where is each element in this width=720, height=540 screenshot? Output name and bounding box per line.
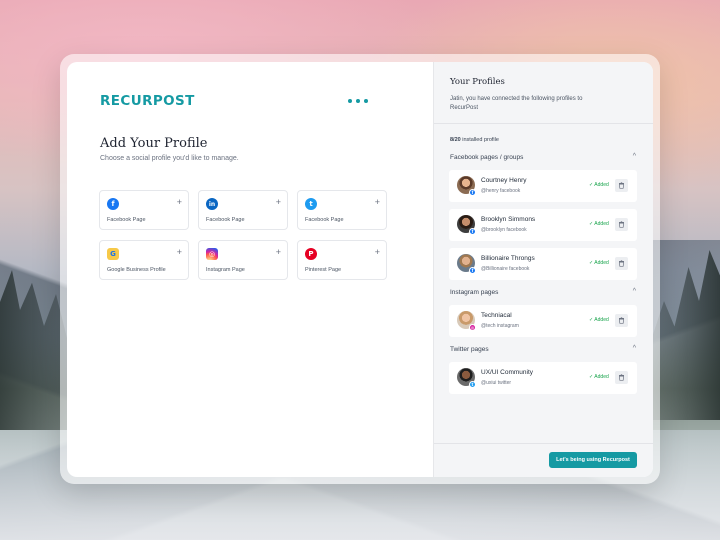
instagram-badge-icon: ◎ bbox=[469, 324, 476, 331]
plus-icon: + bbox=[176, 247, 182, 257]
trash-icon[interactable] bbox=[615, 257, 628, 270]
profile-handle: @uxiui twitter bbox=[481, 380, 512, 386]
count-value: 8/20 bbox=[450, 137, 461, 143]
twitter-icon: t bbox=[305, 198, 317, 210]
section-title: Instagram pages bbox=[450, 289, 499, 296]
page-title: Add Your Profile bbox=[100, 136, 208, 151]
linkedin-icon: in bbox=[206, 198, 218, 210]
tile-label: Google Business Profile bbox=[107, 267, 166, 273]
add-profile-pane: RECURPOST Add Your Profile Choose a soci… bbox=[67, 62, 433, 477]
divider bbox=[434, 123, 653, 124]
your-profiles-pane: Your Profiles Jatin, you have connected … bbox=[433, 62, 653, 477]
profile-name: Techniacal bbox=[481, 312, 512, 319]
tile-label: Facebook Page bbox=[206, 217, 245, 223]
section-header-twitter[interactable]: Twitter pages ^ bbox=[450, 345, 636, 356]
trash-icon[interactable] bbox=[615, 314, 628, 327]
start-using-button[interactable]: Let's being using Recurpost bbox=[549, 452, 637, 468]
profile-handle: @henry facebook bbox=[481, 188, 521, 194]
profile-name: Billionaire Throngs bbox=[481, 255, 535, 262]
profile-item: t UX/UI Community @uxiui twitter ✓ Added bbox=[449, 362, 637, 394]
trash-icon[interactable] bbox=[615, 371, 628, 384]
tile-instagram-page[interactable]: ◎ + Instagram Page bbox=[198, 240, 288, 280]
tile-pinterest-page[interactable]: P + Pinterest Page bbox=[297, 240, 387, 280]
section-header-facebook[interactable]: Facebook pages / groups ^ bbox=[450, 153, 636, 164]
google-business-icon: G bbox=[107, 248, 119, 260]
chevron-up-icon: ^ bbox=[632, 288, 636, 295]
tile-google-business-profile[interactable]: G + Google Business Profile bbox=[99, 240, 189, 280]
added-status: ✓ Added bbox=[589, 182, 609, 188]
added-status: ✓ Added bbox=[589, 317, 609, 323]
plus-icon: + bbox=[275, 197, 281, 207]
footer-divider bbox=[434, 443, 653, 444]
plus-icon: + bbox=[374, 247, 380, 257]
profile-name: Brooklyn Simmons bbox=[481, 216, 536, 223]
social-profile-grid: f + Facebook Page in + Facebook Page t +… bbox=[99, 190, 387, 280]
your-profiles-title: Your Profiles bbox=[450, 77, 505, 87]
your-profiles-description: Jatin, you have connected the following … bbox=[450, 96, 583, 111]
trash-icon[interactable] bbox=[615, 179, 628, 192]
chevron-up-icon: ^ bbox=[632, 345, 636, 352]
profile-handle: @brooklyn facebook bbox=[481, 227, 527, 233]
added-status: ✓ Added bbox=[589, 221, 609, 227]
profile-name: UX/UI Community bbox=[481, 369, 534, 376]
profile-handle: @tech instagram bbox=[481, 323, 519, 329]
tile-linkedin-page[interactable]: in + Facebook Page bbox=[198, 190, 288, 230]
tile-label: Pinterest Page bbox=[305, 267, 342, 273]
page-subtitle: Choose a social profile you'd like to ma… bbox=[100, 155, 239, 162]
count-suffix: installed profile bbox=[460, 137, 499, 143]
profile-modal: RECURPOST Add Your Profile Choose a soci… bbox=[67, 62, 653, 477]
section-title: Twitter pages bbox=[450, 346, 489, 353]
facebook-badge-icon: f bbox=[469, 189, 476, 196]
profile-item: f Billionaire Throngs @Billionaire faceb… bbox=[449, 248, 637, 280]
tile-label: Facebook Page bbox=[107, 217, 146, 223]
plus-icon: + bbox=[374, 197, 380, 207]
section-title: Facebook pages / groups bbox=[450, 154, 524, 161]
profile-item: f Courtney Henry @henry facebook ✓ Added bbox=[449, 170, 637, 202]
profile-item: f Brooklyn Simmons @brooklyn facebook ✓ … bbox=[449, 209, 637, 241]
trash-icon[interactable] bbox=[615, 218, 628, 231]
recurpost-logo: RECURPOST bbox=[100, 93, 195, 109]
plus-icon: + bbox=[176, 197, 182, 207]
instagram-icon: ◎ bbox=[206, 248, 218, 260]
facebook-badge-icon: f bbox=[469, 267, 476, 274]
chevron-up-icon: ^ bbox=[632, 153, 636, 160]
installed-profile-count: 8/20 installed profile bbox=[450, 137, 499, 143]
tile-facebook-page[interactable]: f + Facebook Page bbox=[99, 190, 189, 230]
tile-label: Facebook Page bbox=[305, 217, 344, 223]
profile-handle: @Billionaire facebook bbox=[481, 266, 530, 272]
pinterest-icon: P bbox=[305, 248, 317, 260]
section-header-instagram[interactable]: Instagram pages ^ bbox=[450, 288, 636, 299]
tile-twitter-page[interactable]: t + Facebook Page bbox=[297, 190, 387, 230]
profile-name: Courtney Henry bbox=[481, 177, 527, 184]
more-menu-icon[interactable] bbox=[348, 99, 368, 103]
plus-icon: + bbox=[275, 247, 281, 257]
tile-label: Instagram Page bbox=[206, 267, 245, 273]
profile-item: ◎ Techniacal @tech instagram ✓ Added bbox=[449, 305, 637, 337]
facebook-badge-icon: f bbox=[469, 228, 476, 235]
added-status: ✓ Added bbox=[589, 374, 609, 380]
added-status: ✓ Added bbox=[589, 260, 609, 266]
facebook-icon: f bbox=[107, 198, 119, 210]
twitter-badge-icon: t bbox=[469, 381, 476, 388]
